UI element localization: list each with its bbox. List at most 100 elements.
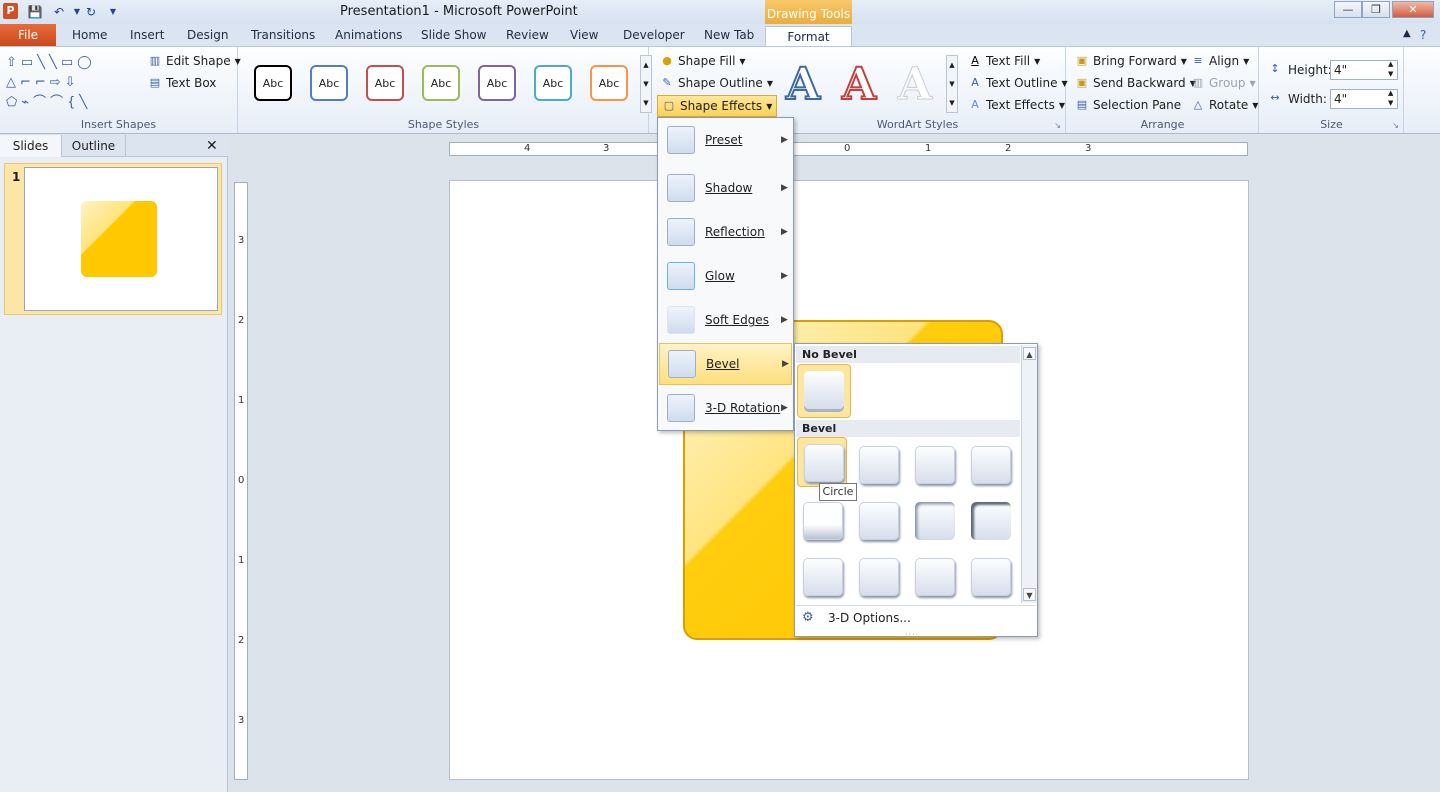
bevel-option[interactable] bbox=[797, 552, 847, 602]
tab-view[interactable]: View bbox=[570, 28, 598, 42]
bevel-option[interactable] bbox=[965, 496, 1015, 546]
help-icon[interactable]: ? bbox=[1420, 28, 1426, 42]
bevel-option-circle[interactable] bbox=[797, 437, 847, 487]
vertical-ruler: 3 2 1 0 1 2 3 bbox=[234, 182, 248, 780]
shapes-gallery[interactable]: ⇧▭╲╲▭◯ △⌐⌐⇨⇩ ⬠⌁⌒⌒{╲ bbox=[6, 53, 134, 113]
bring-forward-button[interactable]: ▣ Bring Forward ▼ bbox=[1075, 54, 1187, 68]
bevel-option[interactable] bbox=[853, 552, 903, 602]
bevel-preview bbox=[915, 502, 955, 540]
height-spinner[interactable]: ▲ ▼ bbox=[1388, 59, 1393, 79]
tab-new-tab[interactable]: New Tab bbox=[704, 28, 754, 42]
shape-style-swatch[interactable]: Abc bbox=[254, 65, 292, 101]
bevel-preview bbox=[971, 446, 1011, 484]
menu-item-3d-rotation[interactable]: 3-D Rotation ▶ bbox=[659, 387, 792, 429]
wordart-style-blue[interactable]: A bbox=[785, 62, 821, 108]
3d-options-item[interactable]: ⚙ 3-D Options... bbox=[796, 605, 1036, 629]
menu-item-reflection[interactable]: Reflection ▶ bbox=[659, 211, 792, 253]
bevel-option[interactable] bbox=[909, 552, 959, 602]
tab-format[interactable]: Format bbox=[765, 26, 852, 48]
tab-transitions[interactable]: Transitions bbox=[251, 28, 315, 42]
shape-effects-button[interactable]: ▢ Shape Effects ▼ bbox=[657, 95, 778, 117]
menu-item-glow[interactable]: Glow ▶ bbox=[659, 255, 792, 297]
tab-slides[interactable]: Slides bbox=[0, 135, 62, 157]
bevel-preview bbox=[971, 502, 1011, 540]
bevel-option[interactable] bbox=[965, 552, 1015, 602]
send-backward-button[interactable]: ▣ Send Backward ▼ bbox=[1075, 76, 1196, 90]
scroll-down-icon[interactable]: ▼ bbox=[1023, 588, 1036, 601]
tab-home[interactable]: Home bbox=[72, 28, 107, 42]
no-bevel-preview bbox=[804, 371, 844, 409]
bevel-preview bbox=[803, 502, 843, 540]
text-box-button[interactable]: ▤ Text Box bbox=[148, 76, 217, 90]
wordart-style-red[interactable]: A bbox=[841, 62, 877, 108]
text-fill-label: Text Fill bbox=[986, 54, 1031, 68]
save-icon[interactable]: 💾 bbox=[26, 3, 44, 21]
menu-item-preset[interactable]: Preset ▶ bbox=[659, 119, 792, 161]
group-button[interactable]: ▥ Group ▼ bbox=[1191, 76, 1256, 90]
bevel-option[interactable] bbox=[853, 440, 903, 490]
wordart-dialog-launcher-icon[interactable]: ↘ bbox=[1054, 121, 1061, 130]
slide-thumbnail[interactable]: 1 bbox=[4, 163, 222, 315]
bevel-option[interactable] bbox=[797, 496, 847, 546]
menu-item-shadow[interactable]: Shadow ▶ bbox=[659, 167, 792, 209]
ribbon-tab-row: Home Insert Design Transitions Animation… bbox=[0, 24, 1440, 46]
wordart-style-gray[interactable]: A bbox=[897, 62, 932, 107]
height-label: Height: bbox=[1288, 63, 1332, 77]
bevel-option[interactable] bbox=[853, 496, 903, 546]
shape-style-swatch[interactable]: Abc bbox=[366, 65, 404, 101]
shape-outline-button[interactable]: ✎ Shape Outline ▼ bbox=[660, 76, 773, 90]
shape-style-swatch[interactable]: Abc bbox=[478, 65, 516, 101]
close-pane-icon[interactable]: ✕ bbox=[206, 138, 218, 154]
ruler-label: 1 bbox=[238, 395, 245, 406]
gallery-scrollbar[interactable]: ▲ ▼ bbox=[1021, 345, 1037, 603]
tab-animations[interactable]: Animations bbox=[335, 28, 402, 42]
shape-style-swatch[interactable]: Abc bbox=[590, 65, 628, 101]
edit-shape-button[interactable]: ▥ Edit Shape ▼ bbox=[148, 54, 241, 68]
width-spinner[interactable]: ▲ ▼ bbox=[1388, 88, 1393, 108]
text-effects-button[interactable]: A Text Effects ▼ bbox=[968, 98, 1065, 112]
align-label: Align bbox=[1209, 54, 1240, 68]
scroll-up-icon[interactable]: ▲ bbox=[1023, 347, 1036, 360]
customize-toolbar-icon[interactable]: ▼ bbox=[104, 3, 122, 21]
shape-style-swatch[interactable]: Abc bbox=[422, 65, 460, 101]
tab-file[interactable]: File bbox=[0, 24, 56, 46]
size-dialog-launcher-icon[interactable]: ↘ bbox=[1392, 121, 1399, 130]
tab-outline[interactable]: Outline bbox=[62, 135, 126, 157]
tab-developer[interactable]: Developer bbox=[623, 28, 685, 42]
submenu-arrow-icon: ▶ bbox=[781, 403, 788, 413]
text-outline-icon: A bbox=[971, 76, 979, 89]
slides-pane: Slides Outline ✕ 1 bbox=[0, 135, 228, 792]
minimize-ribbon-icon[interactable]: ▲ bbox=[1403, 28, 1411, 39]
minimize-button[interactable]: — bbox=[1334, 1, 1362, 18]
maximize-button[interactable]: ❐ bbox=[1362, 1, 1390, 18]
bevel-preview bbox=[859, 558, 899, 596]
shape-styles-scroll[interactable]: ▲ ▼ ▼ bbox=[640, 55, 652, 113]
rotate-button[interactable]: △ Rotate ▼ bbox=[1191, 98, 1259, 112]
shape-style-swatch[interactable]: Abc bbox=[534, 65, 572, 101]
wordart-scroll[interactable]: ▲ ▼ ▼ bbox=[946, 55, 958, 113]
no-bevel-option[interactable] bbox=[797, 364, 851, 418]
bevel-option[interactable] bbox=[909, 496, 959, 546]
bevel-option[interactable] bbox=[909, 440, 959, 490]
selection-pane-button[interactable]: ▤ Selection Pane bbox=[1075, 98, 1181, 112]
ruler-label: 0 bbox=[844, 143, 851, 154]
shape-fill-button[interactable]: ● Shape Fill ▼ bbox=[660, 54, 745, 68]
size-group: ↕ Height: 4" ▲ ▼ ↔ Width: 4" ▲ ▼ Size ↘ bbox=[1260, 47, 1404, 133]
tab-insert[interactable]: Insert bbox=[130, 28, 164, 42]
bevel-header: Bevel bbox=[796, 420, 1020, 437]
gallery-resize-handle[interactable]: ···· bbox=[905, 630, 919, 639]
undo-icon[interactable]: ↶ bbox=[50, 3, 68, 21]
menu-item-soft-edges[interactable]: Soft Edges ▶ bbox=[659, 299, 792, 341]
text-outline-button[interactable]: A Text Outline ▼ bbox=[968, 76, 1067, 90]
align-button[interactable]: ≡ Align ▼ bbox=[1191, 54, 1249, 68]
text-fill-button[interactable]: A Text Fill ▼ bbox=[968, 54, 1040, 68]
tab-design[interactable]: Design bbox=[187, 28, 228, 42]
close-window-button[interactable]: ✕ bbox=[1392, 1, 1434, 18]
menu-item-bevel[interactable]: Bevel ▶ bbox=[659, 343, 792, 385]
powerpoint-logo-icon[interactable]: P bbox=[3, 3, 18, 19]
redo-icon[interactable]: ↻ bbox=[82, 3, 100, 21]
bevel-option[interactable] bbox=[965, 440, 1015, 490]
tab-review[interactable]: Review bbox=[506, 28, 549, 42]
shape-style-swatch[interactable]: Abc bbox=[310, 65, 348, 101]
tab-slide-show[interactable]: Slide Show bbox=[421, 28, 486, 42]
